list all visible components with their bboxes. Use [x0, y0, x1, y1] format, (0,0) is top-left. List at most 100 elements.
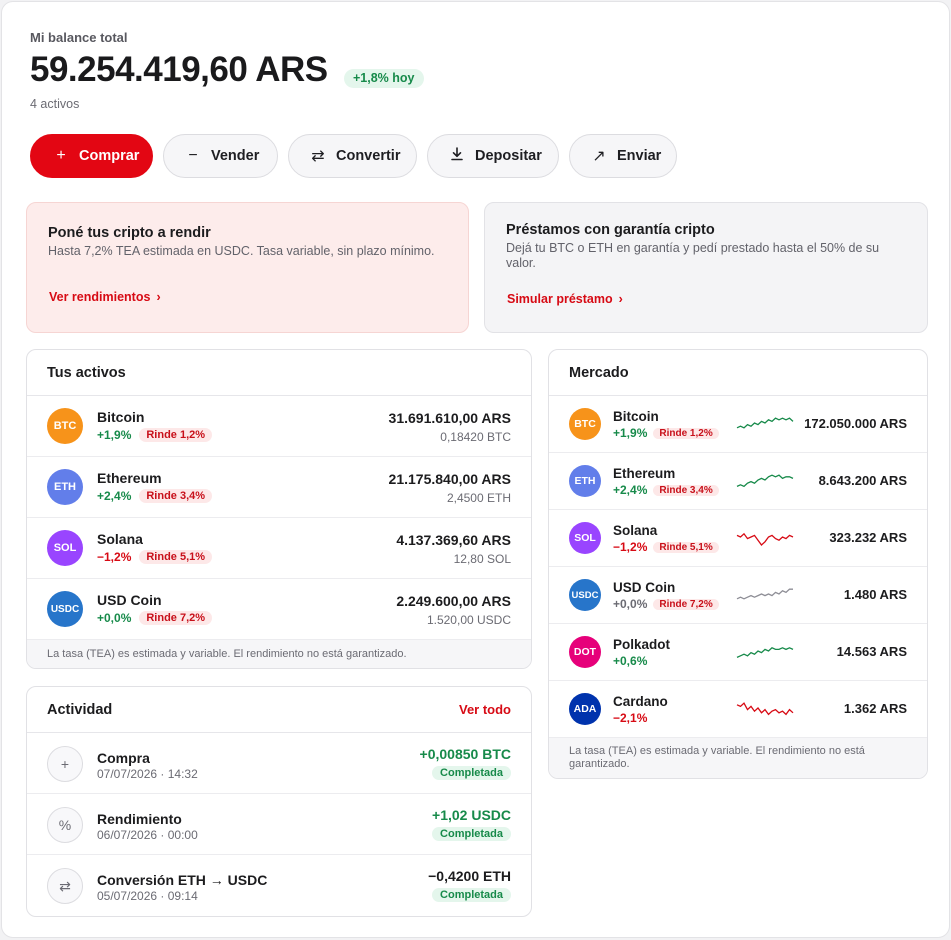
yield-badge: Rinde 1,2% — [139, 428, 213, 442]
daily-change-badge: +1,8% hoy — [344, 69, 424, 88]
yield-promo-card: Poné tus cripto a rendir Hasta 7,2% TEA … — [26, 202, 469, 333]
activity-row[interactable]: ⇄ Conversión ETH → USDC 05/07/2026 · 09:14… — [27, 855, 531, 916]
assets-list: BTC Bitcoin +1,9% Rinde 1,2% 31.691.610,00 A… — [27, 396, 531, 640]
activity-amount: +0,00850 BTC — [419, 746, 511, 762]
loan-promo-text: Dejá tu BTC o ETH en garantía y pedí pre… — [506, 241, 880, 270]
asset-value: 2.249.600,00 ARS — [396, 593, 511, 609]
market-asset-name: Cardano — [613, 694, 668, 709]
loan-promo-title: Préstamos con garantía cripto — [506, 222, 715, 238]
sparkline-line — [736, 532, 794, 546]
asset-quantity: 1.520,00 USDC — [426, 613, 511, 627]
convert-button[interactable]: ⇄ Convertir — [288, 134, 417, 178]
yield-badge: Rinde 3,4% — [653, 484, 719, 496]
market-row[interactable]: ETH Ethereum +2,4% Rinde 3,4% 8.643.200 ARS — [549, 453, 927, 510]
activity-amount: +1,02 USDC — [432, 807, 511, 823]
market-asset-meta: +0,6% — [613, 654, 647, 668]
asset-meta: +1,9% Rinde 1,2% — [97, 428, 213, 442]
market-row[interactable]: BTC Bitcoin +1,9% Rinde 1,2% 172.050.000 ARS — [549, 396, 927, 453]
yield-badge: Rinde 3,4% — [139, 489, 213, 503]
activity-card: Actividad Ver todo + Compra 07/07/2026 · 1… — [26, 686, 532, 917]
wallet-page: Mi balance total 59.254.419,60 ARS +1,8%… — [1, 1, 950, 938]
see-all-link[interactable]: Ver todo — [459, 702, 511, 717]
sparkline-chart — [736, 417, 794, 429]
activity-date: 05/07/2026 · 09:14 — [97, 889, 198, 903]
asset-name: Solana — [97, 531, 143, 547]
market-row[interactable]: SOL Solana −1,2% Rinde 5,1% 323.232 ARS — [549, 510, 927, 567]
plus-icon: + — [47, 746, 83, 782]
send-label: Enviar — [617, 148, 662, 164]
asset-change: −1,2% — [97, 550, 132, 564]
asset-row[interactable]: BTC Bitcoin +1,9% Rinde 1,2% 31.691.610,00 A… — [27, 396, 531, 457]
asset-name: Ethereum — [97, 470, 162, 486]
sol-coin-icon: SOL — [47, 530, 83, 566]
asset-row[interactable]: ETH Ethereum +2,4% Rinde 3,4% 21.175.840,00 … — [27, 457, 531, 518]
market-price: 1.480 ARS — [843, 587, 907, 602]
asset-meta: +2,4% Rinde 3,4% — [97, 489, 213, 503]
market-price: 172.050.000 ARS — [804, 416, 907, 431]
download-icon — [449, 146, 465, 166]
market-asset-name: Polkadot — [613, 637, 671, 652]
activity-row[interactable]: % Rendimiento 06/07/2026 · 00:00 +1,02 USDC… — [27, 794, 531, 855]
plus-icon: + — [56, 147, 66, 164]
send-button[interactable]: ↗ Enviar — [569, 134, 677, 178]
sparkline-chart — [736, 588, 793, 600]
market-price: 8.643.200 ARS — [818, 473, 907, 488]
convert-icon: ⇄ — [47, 868, 83, 904]
ada-coin-icon: ADA — [569, 693, 601, 725]
activity-row[interactable]: + Compra 07/07/2026 · 14:32 +0,00850 BTC Com… — [27, 733, 531, 794]
activity-date: 07/07/2026 · 14:32 — [97, 767, 198, 781]
market-footnote: La tasa (TEA) es estimada y variable. El… — [549, 738, 927, 778]
market-row[interactable]: ADA Cardano −2,1% 1.362 ARS — [549, 681, 927, 738]
see-yields-label: Ver rendimientos — [49, 290, 151, 304]
yield-badge: Rinde 5,1% — [139, 550, 213, 564]
assets-footnote: La tasa (TEA) es estimada y variable. El… — [27, 640, 531, 668]
activity-title: Actividad — [47, 701, 113, 718]
market-row[interactable]: DOT Polkadot +0,6% 14.563 ARS — [549, 624, 927, 681]
deposit-button[interactable]: Depositar — [427, 134, 559, 178]
simulate-loan-link[interactable]: Simular préstamo › — [507, 292, 623, 306]
asset-change: +2,4% — [97, 489, 132, 503]
buy-button[interactable]: + Comprar — [30, 134, 153, 178]
sell-label: Vender — [211, 148, 260, 164]
sparkline-chart — [736, 702, 794, 716]
yield-badge: Rinde 1,2% — [653, 427, 719, 439]
assets-count: 4 activos — [30, 97, 80, 111]
asset-quantity: 12,80 SOL — [453, 552, 511, 566]
activity-amount: −0,4200 ETH — [428, 868, 511, 884]
yield-badge: Rinde 7,2% — [139, 611, 213, 625]
market-change: −2,1% — [613, 711, 648, 725]
market-asset-meta: +1,9% Rinde 1,2% — [613, 426, 719, 440]
market-header: Mercado — [549, 350, 927, 396]
minus-icon: − — [188, 147, 198, 164]
sparkline-line — [736, 702, 794, 716]
activity-date: 06/07/2026 · 00:00 — [97, 828, 198, 842]
asset-row[interactable]: USDC USD Coin +0,0% Rinde 7,2% 2.249.600,00 … — [27, 579, 531, 640]
yield-badge: Rinde 5,1% — [653, 541, 719, 553]
market-asset-meta: +2,4% Rinde 3,4% — [613, 483, 719, 497]
simulate-loan-label: Simular préstamo — [507, 292, 613, 306]
sparkline-line — [736, 417, 794, 429]
asset-quantity: 2,4500 ETH — [446, 491, 511, 505]
activity-title: Rendimiento — [97, 811, 182, 827]
balance-amount: 59.254.419,60 ARS — [30, 50, 328, 89]
usdc-coin-icon: USDC — [47, 591, 83, 627]
sell-button[interactable]: − Vender — [163, 134, 278, 178]
deposit-label: Depositar — [475, 148, 542, 164]
assets-title: Tus activos — [47, 364, 126, 381]
buy-label: Comprar — [79, 148, 140, 164]
activity-title: Compra — [97, 750, 150, 766]
percent-icon: % — [47, 807, 83, 843]
balance-label: Mi balance total — [30, 30, 128, 45]
market-change: +1,9% — [613, 426, 648, 440]
market-price: 14.563 ARS — [836, 644, 907, 659]
asset-row[interactable]: SOL Solana −1,2% Rinde 5,1% 4.137.369,60 ARS… — [27, 518, 531, 579]
assets-card: Tus activos BTC Bitcoin +1,9% Rinde 1,2% 31.… — [26, 349, 532, 669]
see-yields-link[interactable]: Ver rendimientos › — [49, 290, 161, 304]
market-list: BTC Bitcoin +1,9% Rinde 1,2% 172.050.000 ARS… — [549, 396, 927, 738]
asset-value: 31.691.610,00 ARS — [388, 410, 511, 426]
chevron-right-icon: › — [156, 290, 161, 304]
market-row[interactable]: USDC USD Coin +0,0% Rinde 7,2% 1.480 ARS — [549, 567, 927, 624]
asset-change: +0,0% — [97, 611, 132, 625]
activity-list: + Compra 07/07/2026 · 14:32 +0,00850 BTC Com… — [27, 733, 531, 916]
sparkline-chart — [736, 474, 794, 488]
